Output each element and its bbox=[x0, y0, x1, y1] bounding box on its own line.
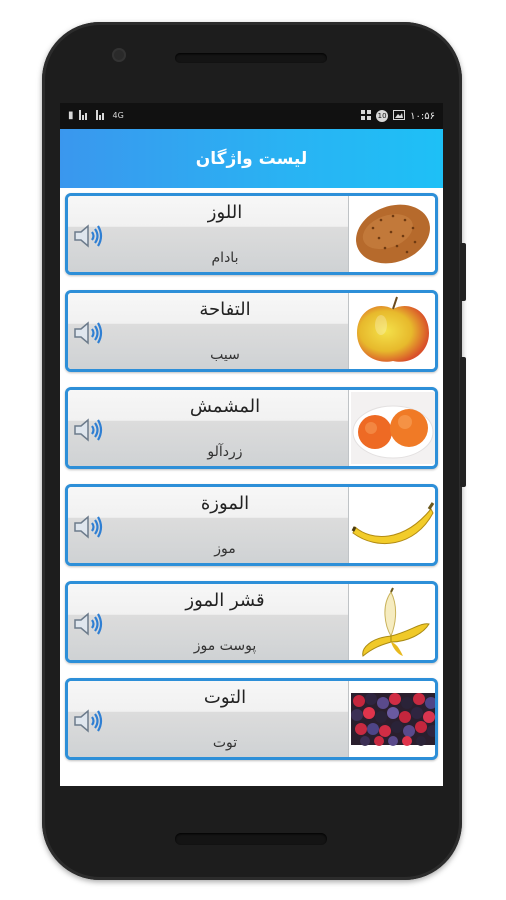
persian-translation: سیب bbox=[210, 347, 240, 363]
arabic-word: التفاحة bbox=[199, 299, 251, 320]
app-bar: لیست واژگان bbox=[60, 129, 443, 188]
speaker-icon[interactable] bbox=[73, 320, 105, 346]
notification-badge: 10 bbox=[376, 110, 389, 122]
word-panel: التوت توت bbox=[68, 681, 349, 757]
list-item[interactable]: المشمش زردآلو bbox=[65, 387, 438, 469]
grid-icon bbox=[361, 109, 372, 123]
apricot-image bbox=[351, 392, 435, 464]
persian-translation: توت bbox=[212, 735, 238, 751]
list-item[interactable]: اللوز بادام bbox=[65, 193, 438, 275]
list-item[interactable]: قشر الموز پوست موز bbox=[65, 581, 438, 663]
list-item[interactable]: التفاحة سیب bbox=[65, 290, 438, 372]
speaker-icon[interactable] bbox=[73, 611, 105, 637]
power-button bbox=[460, 243, 466, 301]
word-panel: التفاحة سیب bbox=[68, 293, 349, 369]
image-icon bbox=[393, 109, 406, 123]
signal-icon bbox=[78, 109, 91, 123]
word-panel: قشر الموز پوست موز bbox=[68, 584, 349, 660]
speaker-icon[interactable] bbox=[73, 417, 105, 443]
apple-image bbox=[351, 295, 435, 367]
banana-peel-image bbox=[351, 586, 435, 658]
clock: ۱۰:۵۶ bbox=[410, 110, 435, 122]
arabic-word: المشمش bbox=[189, 396, 261, 417]
word-list: اللوز بادام التفاحة سیب المشمش زردآلو ال… bbox=[60, 188, 443, 760]
lock-icon: ▮ bbox=[68, 110, 74, 121]
persian-translation: موز bbox=[214, 541, 236, 557]
front-camera bbox=[112, 48, 126, 62]
speaker-icon[interactable] bbox=[73, 223, 105, 249]
word-panel: اللوز بادام bbox=[68, 196, 349, 272]
persian-translation: پوست موز bbox=[193, 638, 257, 654]
network-type-label: 4G bbox=[112, 111, 124, 120]
arabic-word: الموزة bbox=[200, 493, 250, 514]
persian-translation: زردآلو bbox=[207, 444, 243, 460]
word-panel: المشمش زردآلو bbox=[68, 390, 349, 466]
berries-image bbox=[351, 683, 435, 755]
earpiece-speaker bbox=[175, 53, 327, 63]
arabic-word: التوت bbox=[203, 687, 247, 708]
arabic-word: اللوز bbox=[207, 202, 243, 223]
persian-translation: بادام bbox=[211, 250, 239, 266]
word-panel: الموزة موز bbox=[68, 487, 349, 563]
page-title: لیست واژگان bbox=[195, 148, 308, 169]
status-bar: ▮ 4G 10 ۱۰:۵۶ bbox=[60, 103, 443, 129]
arabic-word: قشر الموز bbox=[185, 590, 265, 611]
status-left: ▮ 4G bbox=[68, 109, 124, 123]
almond-image bbox=[351, 198, 435, 270]
banana-image bbox=[351, 489, 435, 561]
volume-button bbox=[460, 357, 466, 487]
list-item[interactable]: الموزة موز bbox=[65, 484, 438, 566]
status-right: 10 ۱۰:۵۶ bbox=[361, 109, 435, 123]
speaker-icon[interactable] bbox=[73, 514, 105, 540]
signal-icon bbox=[95, 109, 108, 123]
screen: ▮ 4G 10 ۱۰:۵۶ لیست واژگان اللوز بادام ال… bbox=[60, 103, 443, 786]
list-item[interactable]: التوت توت bbox=[65, 678, 438, 760]
bottom-speaker bbox=[175, 833, 327, 845]
speaker-icon[interactable] bbox=[73, 708, 105, 734]
